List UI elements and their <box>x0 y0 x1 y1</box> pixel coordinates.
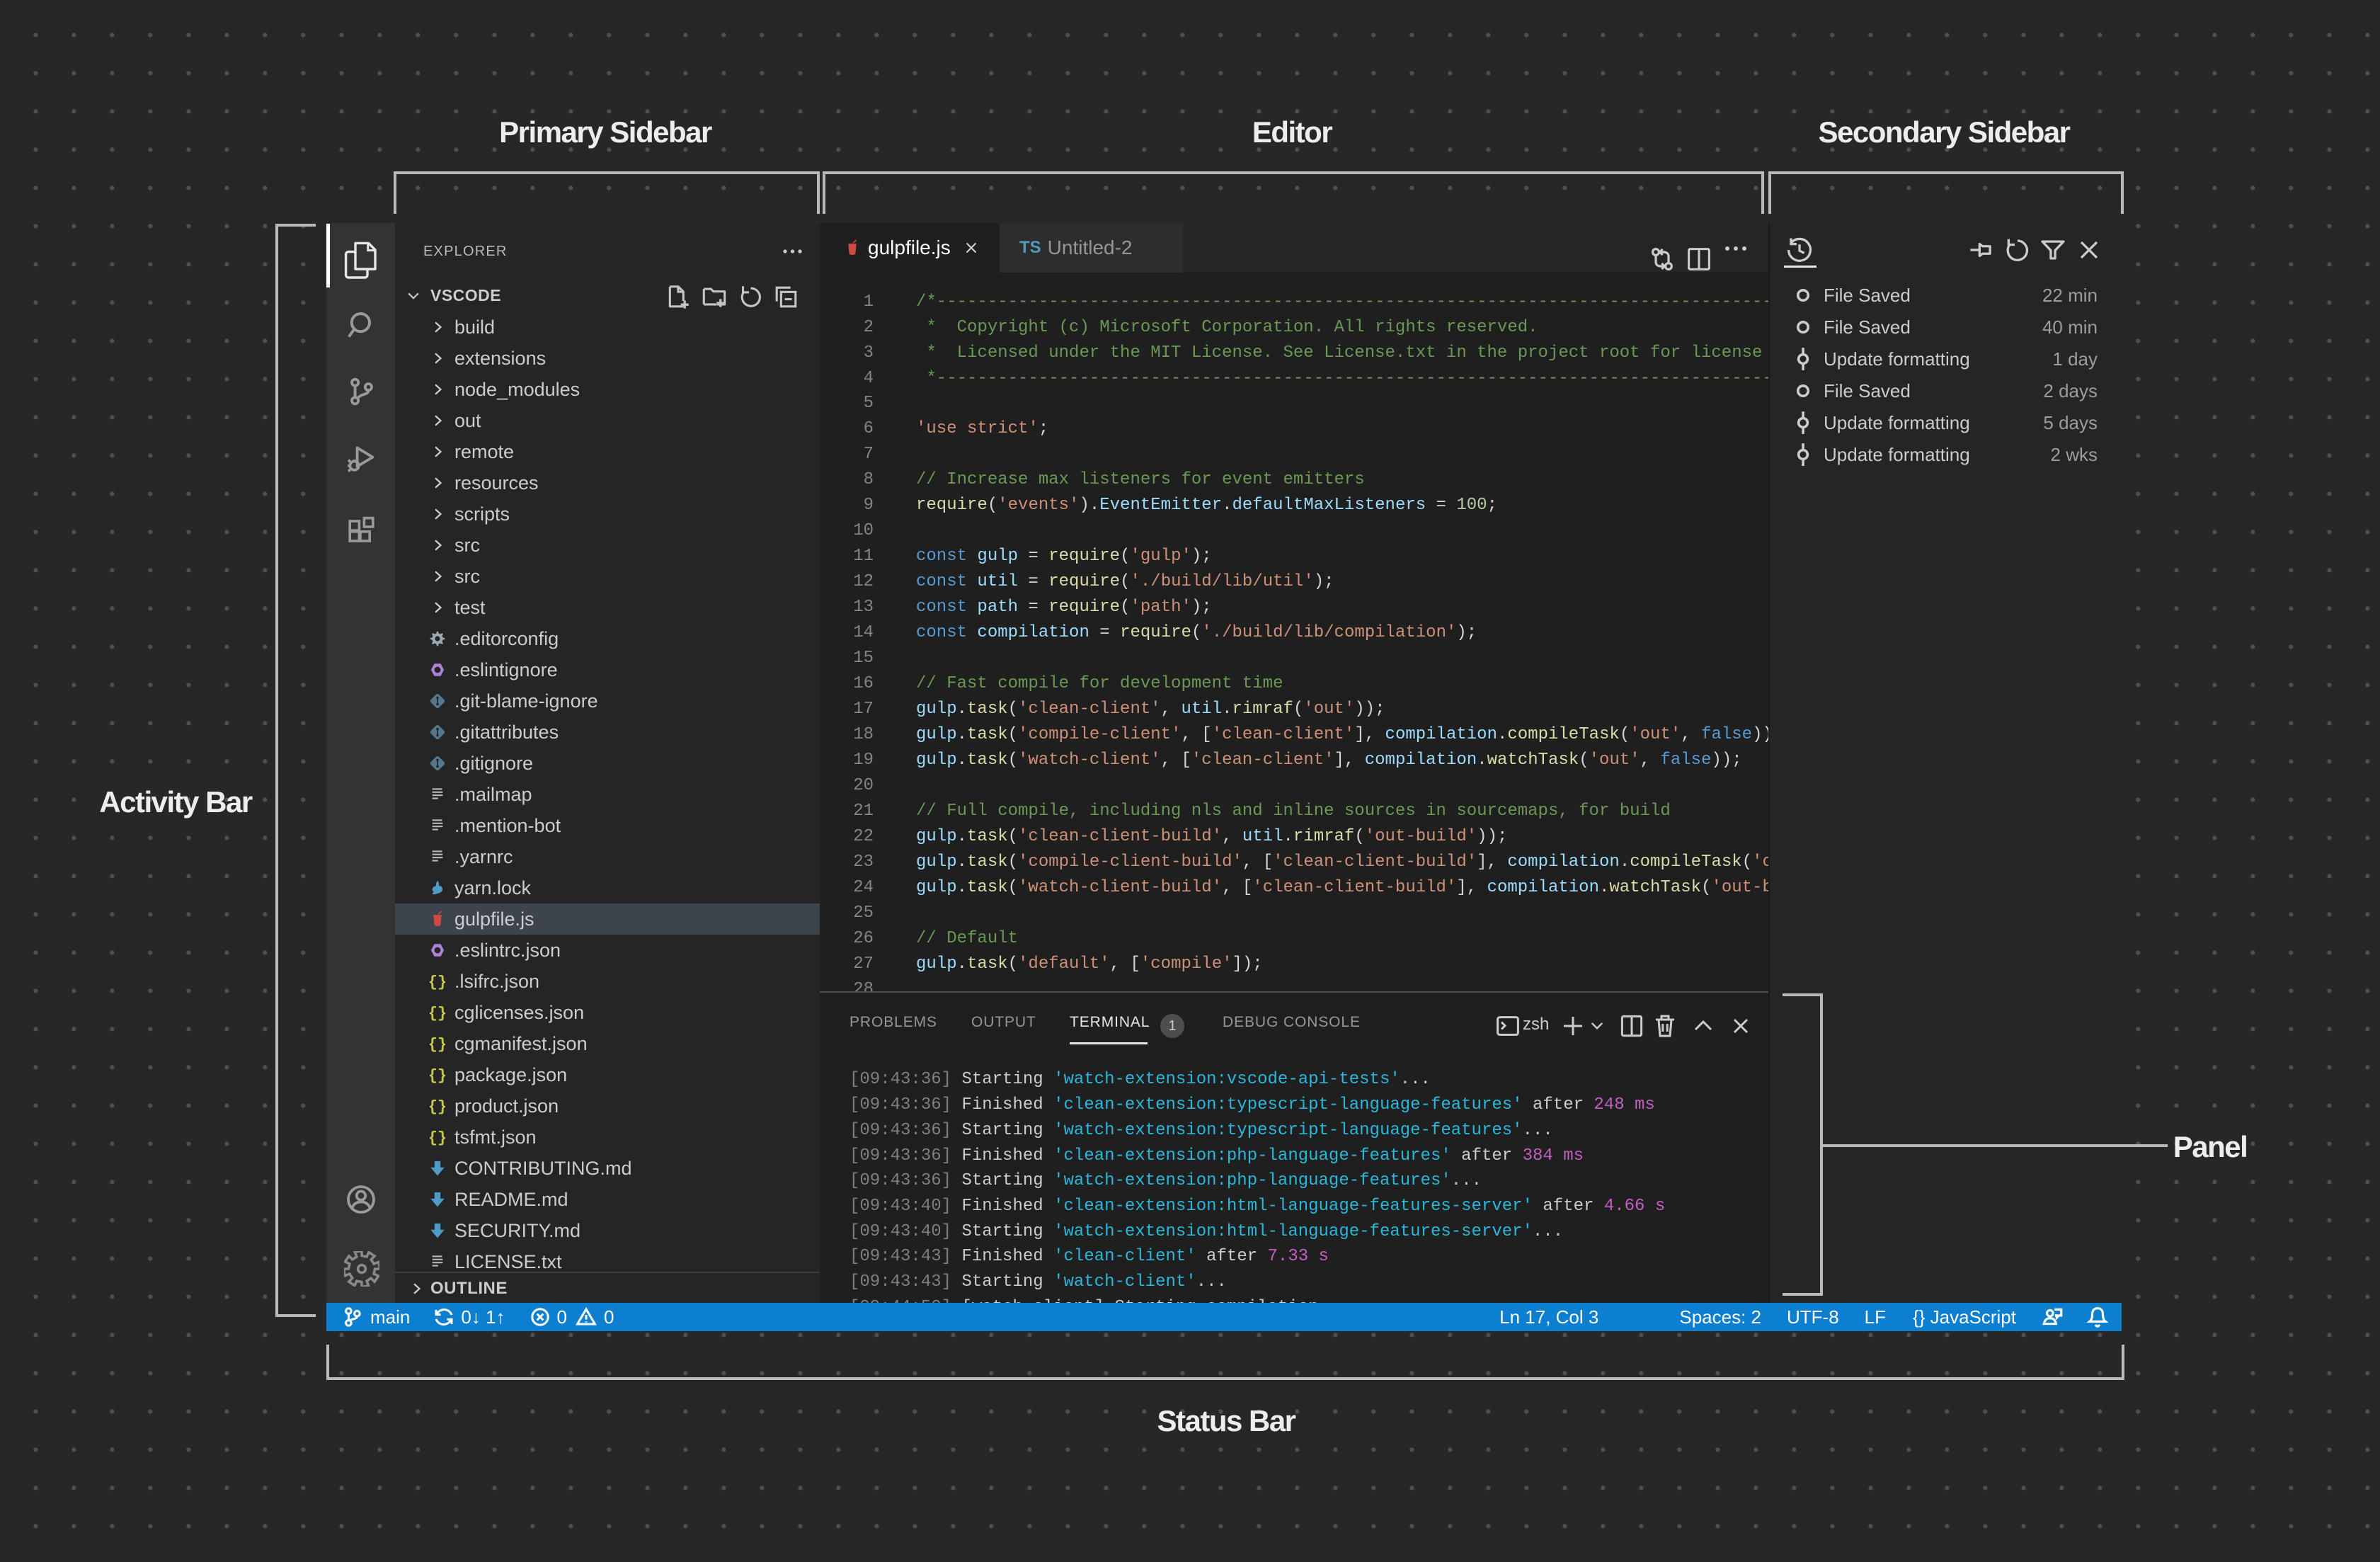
svg-text:{}: {} <box>428 1036 447 1053</box>
svg-text:{}: {} <box>428 1005 447 1022</box>
svg-text:{}: {} <box>428 1098 447 1115</box>
svg-text:{}: {} <box>428 1067 447 1084</box>
svg-text:{}: {} <box>428 1129 447 1146</box>
svg-text:{}: {} <box>428 974 447 991</box>
